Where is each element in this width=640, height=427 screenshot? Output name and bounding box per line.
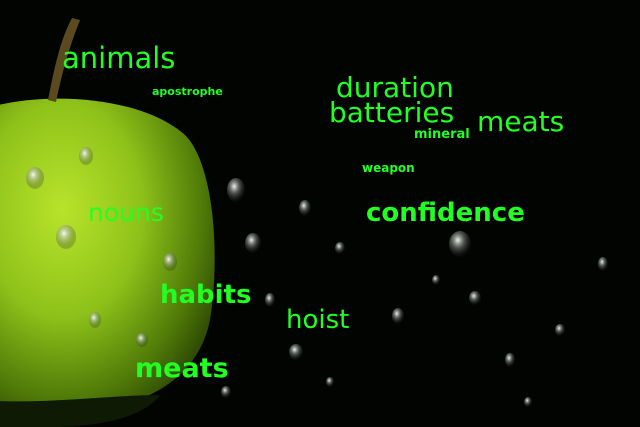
droplet	[26, 167, 44, 189]
droplet	[469, 291, 481, 305]
droplet	[136, 333, 148, 347]
droplet	[326, 377, 334, 387]
droplet	[79, 147, 93, 165]
word-label: meats	[477, 105, 565, 138]
word-label: batteries	[329, 96, 455, 129]
droplet	[449, 231, 471, 257]
droplet	[89, 312, 101, 328]
droplet	[56, 225, 76, 249]
word-label: hoist	[286, 305, 350, 335]
droplet	[245, 233, 261, 253]
droplet	[299, 200, 311, 216]
droplet	[432, 275, 440, 285]
word-label: weapon	[362, 161, 415, 175]
word-label: confidence	[366, 198, 525, 228]
droplet	[392, 308, 404, 324]
word-label: apostrophe	[152, 85, 223, 98]
photo-scene: animals apostrophe duration batteries mi…	[0, 0, 640, 427]
droplet	[265, 293, 275, 307]
word-label: meats	[135, 353, 229, 384]
word-label: nouns	[88, 198, 164, 227]
droplet	[598, 257, 608, 271]
droplet	[335, 242, 345, 254]
droplet	[505, 353, 515, 367]
droplet	[221, 386, 231, 398]
word-label: mineral	[414, 127, 470, 142]
droplet	[163, 253, 177, 271]
droplet	[289, 344, 303, 360]
word-label: animals	[62, 41, 176, 75]
droplet	[555, 324, 565, 336]
droplet	[524, 397, 532, 407]
word-label: habits	[160, 280, 252, 310]
droplet	[227, 178, 245, 202]
